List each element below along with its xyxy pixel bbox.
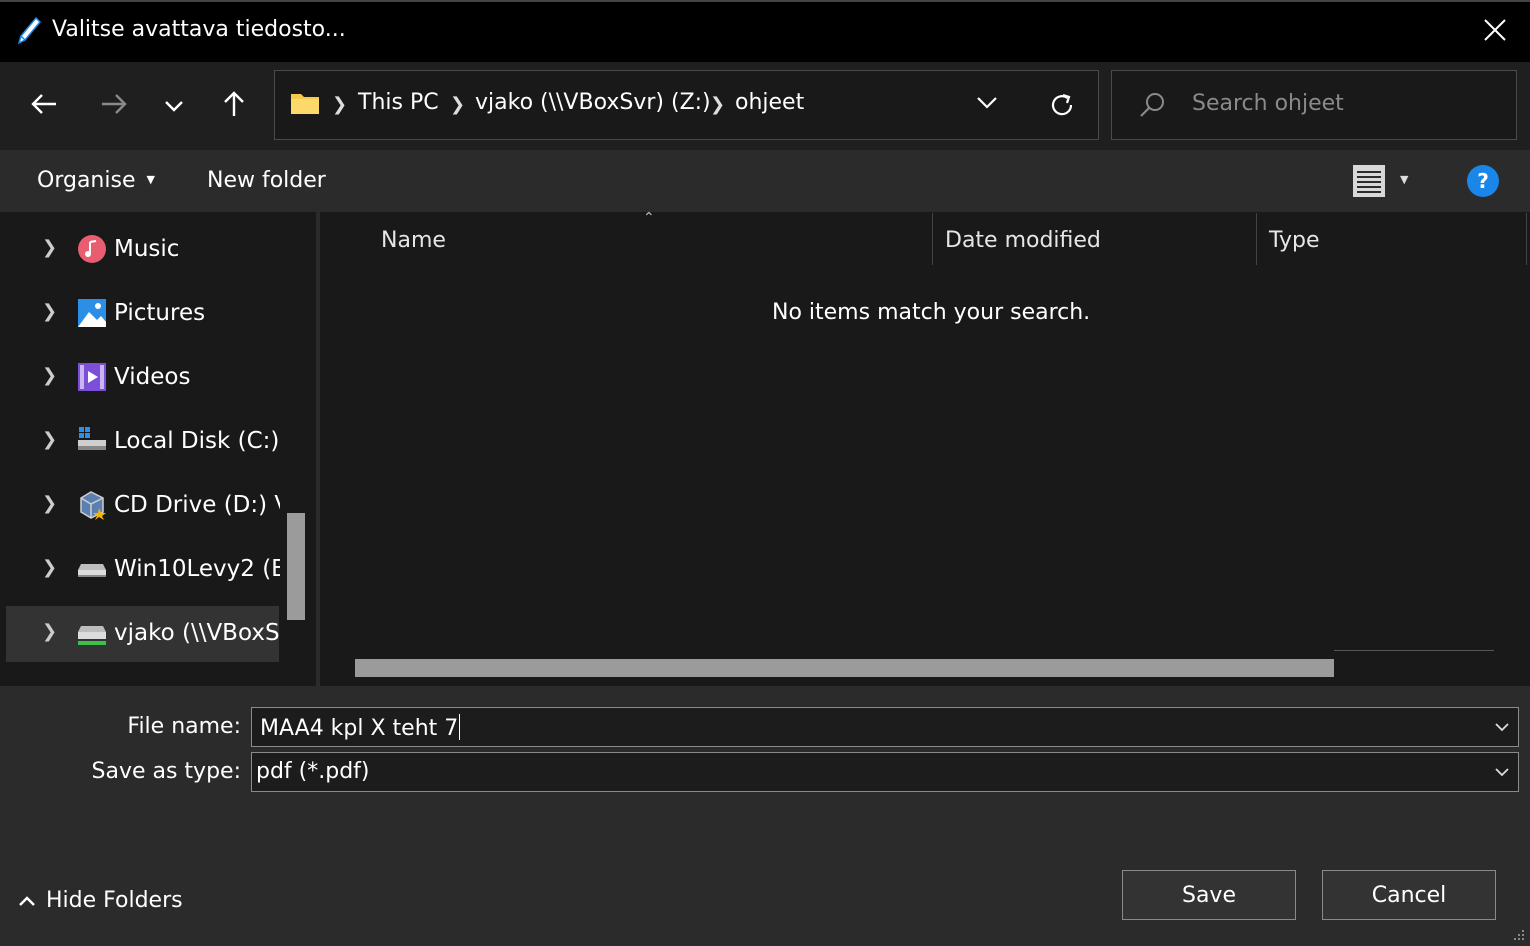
expand-chevron-icon[interactable]: ❯: [42, 429, 57, 450]
refresh-icon: [1048, 93, 1076, 123]
new-folder-button[interactable]: New folder: [207, 168, 326, 193]
expand-chevron-icon[interactable]: ❯: [42, 237, 57, 258]
file-name-value: MAA4 kpl X teht 7: [260, 716, 459, 741]
breadcrumb-ohjeet[interactable]: ohjeet: [735, 90, 804, 115]
view-options-button[interactable]: ▼: [1352, 164, 1408, 202]
breadcrumb-separator-icon: ❯: [332, 94, 348, 115]
sidebar-item-label: CD Drive (D:) Vi: [114, 492, 280, 518]
pen-icon: [16, 16, 42, 46]
organise-button[interactable]: Organise ▼: [37, 168, 155, 193]
text-cursor: [459, 714, 461, 740]
save-button[interactable]: Save: [1122, 870, 1296, 920]
cd-drive-icon: [77, 490, 107, 520]
scrollbar-track-line: [1334, 650, 1494, 651]
column-header-date-modified[interactable]: Date modified: [945, 228, 1101, 253]
close-icon: [1484, 19, 1506, 45]
sidebar-item-label: vjako (\\VBoxSv: [114, 620, 280, 646]
pictures-icon: [77, 298, 107, 328]
details-view-icon: [1352, 164, 1386, 202]
forward-arrow-icon: [100, 92, 128, 120]
dropdown-caret-icon: ▼: [146, 173, 155, 186]
chevron-down-icon: [1492, 767, 1512, 786]
back-button[interactable]: [19, 81, 69, 131]
hide-folders-label: Hide Folders: [46, 888, 183, 913]
sidebar-scrollbar-thumb[interactable]: [287, 513, 305, 620]
address-dropdown-button[interactable]: [976, 95, 998, 114]
up-button[interactable]: [209, 81, 259, 131]
sidebar-item-label: Local Disk (C:): [114, 428, 280, 454]
empty-list-message: No items match your search.: [772, 300, 1091, 325]
column-header-name[interactable]: Name: [381, 228, 446, 253]
recent-locations-button[interactable]: [149, 81, 199, 131]
expand-chevron-icon[interactable]: ❯: [42, 493, 57, 514]
column-divider[interactable]: [932, 213, 933, 265]
local-disk-icon: [77, 426, 107, 456]
cancel-button[interactable]: Cancel: [1322, 870, 1496, 920]
back-arrow-icon: [30, 92, 58, 120]
save-type-select[interactable]: [251, 752, 1519, 792]
help-button[interactable]: ?: [1467, 165, 1499, 197]
breadcrumb-vjako[interactable]: vjako (\\VBoxSvr) (Z:): [475, 90, 711, 115]
dropdown-caret-icon: ▼: [1400, 173, 1409, 186]
expand-chevron-icon[interactable]: ❯: [42, 557, 57, 578]
drive-icon: [77, 554, 107, 584]
sidebar-item-label: Win10Levy2 (E:): [114, 556, 280, 582]
column-divider[interactable]: [1256, 213, 1257, 265]
file-name-label: File name:: [127, 714, 241, 739]
sidebar-item-label: Videos: [114, 364, 191, 390]
column-header-type[interactable]: Type: [1269, 228, 1320, 253]
file-name-input[interactable]: MAA4 kpl X teht 7: [260, 714, 461, 741]
videos-icon: [77, 362, 107, 392]
sidebar-item-label: Music: [114, 236, 180, 262]
hide-folders-button[interactable]: Hide Folders: [18, 888, 183, 913]
refresh-button[interactable]: [1048, 91, 1076, 123]
breadcrumb-this-pc[interactable]: This PC: [358, 90, 439, 115]
column-divider[interactable]: [1526, 213, 1527, 265]
search-input[interactable]: Search ohjeet: [1192, 91, 1344, 116]
organise-label: Organise: [37, 168, 136, 193]
forward-button[interactable]: [89, 81, 139, 131]
sort-ascending-icon: ⌃: [643, 210, 655, 226]
file-name-dropdown-button[interactable]: [1492, 717, 1512, 737]
save-type-value: pdf (*.pdf): [256, 759, 370, 784]
chevron-down-icon: [1492, 722, 1512, 741]
recent-locations-chevron-icon: [164, 97, 184, 116]
up-arrow-icon: [222, 90, 246, 122]
sidebar-item-label: Pictures: [114, 300, 206, 326]
breadcrumb-separator-icon: ❯: [450, 94, 466, 115]
expand-chevron-icon[interactable]: ❯: [42, 301, 57, 322]
expand-chevron-icon[interactable]: ❯: [42, 621, 57, 642]
chevron-up-icon: [18, 888, 36, 913]
file-list: [320, 212, 1530, 686]
close-button[interactable]: [1470, 10, 1520, 54]
folder-icon: [290, 90, 320, 116]
search-icon: [1138, 91, 1166, 123]
music-icon: [77, 234, 107, 264]
chevron-down-icon: [976, 95, 998, 114]
resize-grip-icon[interactable]: [1510, 926, 1526, 946]
breadcrumb-separator-icon: ❯: [710, 94, 726, 115]
expand-chevron-icon[interactable]: ❯: [42, 365, 57, 386]
horizontal-scrollbar-thumb[interactable]: [355, 659, 1334, 677]
save-type-label: Save as type:: [91, 759, 242, 784]
network-drive-icon: [77, 618, 107, 648]
save-type-dropdown-button[interactable]: [1492, 762, 1512, 782]
window-title: Valitse avattava tiedosto...: [52, 17, 346, 42]
